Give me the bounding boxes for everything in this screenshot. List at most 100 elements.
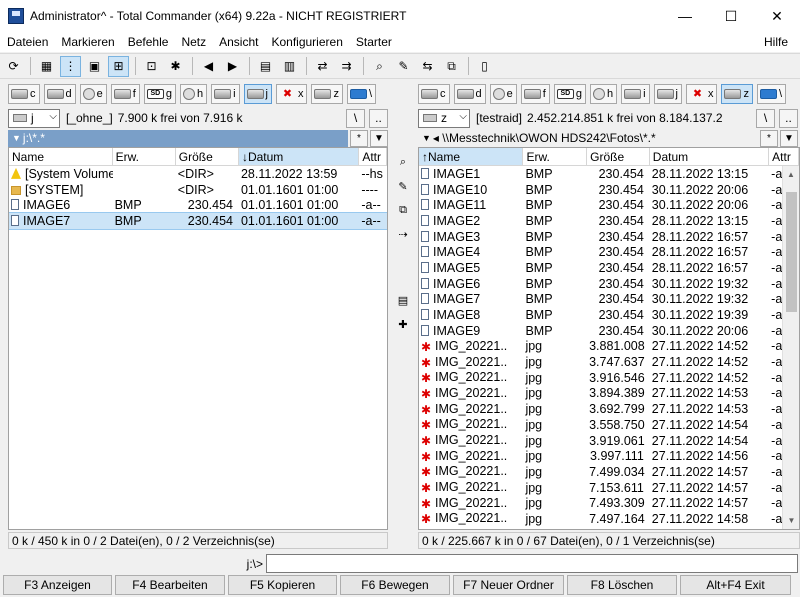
multi-rename-button[interactable]: ✎	[393, 56, 414, 77]
notepad-button[interactable]: ▯	[474, 56, 495, 77]
pack-files-button[interactable]: ▤	[393, 291, 413, 309]
right-path[interactable]: ▼ ◂ \\Messtechnik\OWON HDS242\Fotos\*.*	[418, 130, 758, 147]
detailed-view-button[interactable]: ⋮	[60, 55, 81, 77]
left-parent-button[interactable]: ..	[369, 108, 388, 128]
pack-button[interactable]: ▤	[255, 56, 276, 77]
copy-names-button[interactable]: ⧉	[441, 56, 462, 77]
fkey-button-5[interactable]: F5 Kopieren	[228, 575, 337, 595]
back-button[interactable]: ◀	[198, 56, 219, 77]
left-drive-button-x[interactable]: ✖ x	[275, 83, 308, 104]
compare-dirs-button[interactable]: ✱	[165, 56, 186, 77]
file-row[interactable]: ✱ IMG_20221.. jpg 7.153.611 27.11.2022 14:57…	[419, 480, 799, 496]
right-history-button[interactable]: ▼	[780, 129, 798, 147]
file-row[interactable]: [System Volume Infor..] <DIR> 28.11.2022 1…	[9, 166, 387, 182]
left-drive-button-f[interactable]: f	[110, 83, 140, 104]
minimize-button[interactable]: —	[662, 0, 708, 32]
left-drive-button-j[interactable]: j	[243, 83, 272, 104]
column-header-größe[interactable]: Größe	[587, 148, 650, 165]
file-row[interactable]: ✱ IMG_20221.. jpg 7.499.034 27.11.2022 14:57…	[419, 464, 799, 480]
right-drive-button-g[interactable]: SD g	[553, 83, 586, 104]
left-history-button[interactable]: ▼	[370, 129, 388, 147]
view-file-button[interactable]: ⌕	[393, 153, 413, 171]
right-drive-button-d[interactable]: d	[453, 83, 486, 104]
file-row[interactable]: ✱ IMG_20221.. jpg 3.692.799 27.11.2022 14:53…	[419, 401, 799, 417]
column-header-größe[interactable]: Größe	[176, 148, 239, 165]
right-root-button[interactable]: \	[756, 108, 775, 128]
file-row[interactable]: ✱ IMG_20221.. jpg 7.493.309 27.11.2022 14:57…	[419, 495, 799, 511]
right-file-panel[interactable]: ↑Name Erw. Größe Datum Attr IMAGE1 BMP 230.454…	[418, 147, 800, 530]
right-drive-button-c[interactable]: c	[418, 83, 450, 104]
file-row[interactable]: IMAGE2 BMP 230.454 28.11.2022 13:15 -a	[419, 213, 799, 229]
scroll-down-icon[interactable]: ▼	[783, 512, 799, 529]
file-row[interactable]: ✱ IMG_20221.. jpg 3.919.061 27.11.2022 14:54…	[419, 433, 799, 449]
left-filter-button[interactable]: *	[350, 129, 368, 147]
fkey-button-8[interactable]: F8 Löschen	[567, 575, 677, 595]
column-header-attr[interactable]: Attr	[769, 148, 799, 165]
file-row[interactable]: IMAGE9 BMP 230.454 30.11.2022 20:06 -a	[419, 323, 799, 339]
right-drive-button-z[interactable]: z	[721, 83, 753, 104]
file-row[interactable]: ✱ IMG_20221.. jpg 7.497.164 27.11.2022 14:58…	[419, 511, 799, 527]
file-row[interactable]: ✱ IMG_20221.. jpg 3.894.389 27.11.2022 14:53…	[419, 386, 799, 402]
left-drive-button-c[interactable]: c	[8, 83, 40, 104]
new-folder-button[interactable]: ✚	[393, 315, 413, 333]
close-button[interactable]: ✕	[754, 0, 800, 32]
forward-button[interactable]: ▶	[222, 56, 243, 77]
menu-markieren[interactable]: Markieren	[54, 35, 120, 49]
file-row[interactable]: IMAGE11 BMP 230.454 30.11.2022 20:06 -a	[419, 197, 799, 213]
left-root-button[interactable]: \	[346, 108, 365, 128]
column-header-erw[interactable]: Erw.	[523, 148, 588, 165]
right-drive-button-j[interactable]: j	[653, 83, 682, 104]
scroll-thumb[interactable]	[786, 192, 797, 312]
left-drive-button-e[interactable]: e	[79, 83, 107, 104]
file-row[interactable]: IMAGE6 BMP 230.454 30.11.2022 19:32 -a	[419, 276, 799, 292]
file-row[interactable]: IMAGE6 BMP 230.454 01.01.1601 01:00 -a--	[9, 197, 387, 213]
command-input[interactable]	[266, 554, 798, 573]
column-header-datum[interactable]: ↓Datum	[238, 148, 360, 165]
left-drive-select[interactable]: j ⌵	[8, 108, 60, 128]
left-drive-button-i[interactable]: i	[211, 83, 240, 104]
fkey-button-3[interactable]: F3 Anzeigen	[3, 575, 112, 595]
column-header-erw[interactable]: Erw.	[113, 148, 176, 165]
right-scrollbar[interactable]: ▲ ▼	[782, 166, 799, 529]
right-parent-button[interactable]: ..	[779, 108, 798, 128]
right-drive-button-network[interactable]: \	[756, 83, 787, 104]
file-row[interactable]: [SYSTEM] <DIR> 01.01.1601 01:00 ----	[9, 182, 387, 198]
left-drive-button-z[interactable]: z	[311, 83, 343, 104]
left-file-panel[interactable]: NameErw.Größe↓DatumAttr [System Volume I…	[8, 147, 388, 530]
right-drive-button-i[interactable]: i	[621, 83, 650, 104]
menu-befehle[interactable]: Befehle	[121, 35, 175, 49]
left-drive-button-d[interactable]: d	[43, 83, 76, 104]
refresh-button[interactable]: ⟳	[3, 56, 24, 77]
maximize-button[interactable]: ☐	[708, 0, 754, 32]
column-header-name[interactable]: ↑Name	[419, 148, 524, 165]
copy-file-button[interactable]: ⧉	[393, 201, 413, 219]
column-header-name[interactable]: Name	[9, 148, 113, 165]
file-row[interactable]: ✱ IMG_20221.. jpg 3.747.637 27.11.2022 14:52…	[419, 354, 799, 370]
menu-dateien[interactable]: Dateien	[0, 35, 54, 49]
file-row[interactable]: IMAGE7 BMP 230.454 01.01.1601 01:00 -a--	[9, 212, 387, 230]
right-drive-button-h[interactable]: h	[589, 83, 618, 104]
right-filter-button[interactable]: *	[760, 129, 778, 147]
file-row[interactable]: ✱ IMG_20221.. jpg 3.558.750 27.11.2022 14:54…	[419, 417, 799, 433]
right-drive-button-f[interactable]: f	[520, 83, 550, 104]
file-row[interactable]: IMAGE8 BMP 230.454 30.11.2022 19:39 -a	[419, 307, 799, 323]
right-drive-button-e[interactable]: e	[489, 83, 517, 104]
file-row[interactable]: IMAGE1 BMP 230.454 28.11.2022 13:15 -a	[419, 166, 799, 182]
tree-view-button[interactable]: ⊞	[108, 55, 129, 77]
fkey-button-7[interactable]: F7 Neuer Ordner	[453, 575, 564, 595]
file-row[interactable]: ✱ IMG_20221.. jpg 3.997.111 27.11.2022 14:56…	[419, 448, 799, 464]
menu-ansicht[interactable]: Ansicht	[212, 35, 264, 49]
left-drive-button-h[interactable]: h	[179, 83, 208, 104]
brief-view-button[interactable]: ▦	[36, 56, 57, 77]
ftp-connect-button[interactable]: ⇄	[312, 56, 333, 77]
fkey-button-4[interactable]: F4 Bearbeiten	[115, 575, 225, 595]
column-header-attr[interactable]: Attr	[359, 148, 387, 165]
file-row[interactable]: ✱ IMG_20221.. jpg 3.916.546 27.11.2022 14:52…	[419, 370, 799, 386]
file-row[interactable]: IMAGE7 BMP 230.454 30.11.2022 19:32 -a	[419, 292, 799, 308]
right-drive-select[interactable]: z ⌵	[418, 108, 470, 128]
fkey-button-6[interactable]: F6 Bewegen	[340, 575, 450, 595]
file-row[interactable]: IMAGE10 BMP 230.454 30.11.2022 20:06 -a	[419, 182, 799, 198]
fkey-button-9[interactable]: Alt+F4 Exit	[680, 575, 791, 595]
menu-starter[interactable]: Starter	[349, 35, 398, 49]
invert-selection-button[interactable]: ⊡	[141, 56, 162, 77]
